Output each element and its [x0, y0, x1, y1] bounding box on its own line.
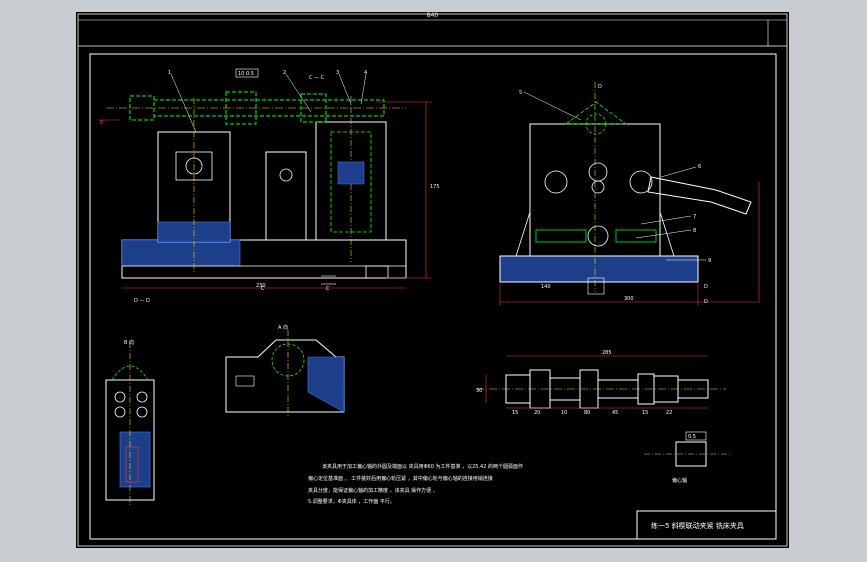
detail-view-b: B 向 [105, 339, 155, 507]
technical-notes: 该夹具用于加工偏心轴的外圆及端面以 夹具用Φ60 为工件基准 ，以25.42 的… [308, 463, 523, 505]
callout-3: 3 [336, 70, 339, 76]
note-line-1: 该夹具用于加工偏心轴的外圆及端面以 夹具用Φ60 为工件基准 ，以25.42 的… [322, 463, 523, 470]
callout-1: 1 [168, 70, 171, 76]
callout-7: 7 [693, 214, 696, 220]
section-mark-dd: D — D [134, 298, 150, 304]
note-line-3: 夹具分度，能保证偏心轴的加工精度 ，该夹具 操作方便 。 [308, 487, 438, 494]
callout-6: 6 [698, 164, 701, 170]
dim-small: 140 [541, 284, 551, 290]
clamp-handle [647, 176, 752, 215]
dim-shaft-total: 285 [602, 350, 612, 356]
callout-9: 9 [708, 258, 711, 264]
shaft-dim-3: 10 [561, 410, 567, 416]
shaft-dim-4: 80 [584, 410, 590, 416]
label-c-b: C [326, 286, 330, 292]
shaft-dim-1: 15 [512, 410, 518, 416]
base-hatch [121, 239, 241, 267]
label-d-right: D [704, 299, 708, 305]
boxed-tag-left: 10 0.5 [238, 71, 254, 77]
label-b-arrow: B [100, 120, 104, 126]
label-d-a: D [598, 84, 602, 90]
shaft-dim-6: 15 [642, 410, 648, 416]
shaft-dim-8: 30 [476, 388, 482, 394]
callout-8: 8 [693, 228, 696, 234]
callout-2: 2 [283, 70, 286, 76]
callout-4: 4 [364, 70, 367, 76]
label-d-b: D [704, 284, 708, 290]
drawing-sheet: 840 D — D C — C C C B 10 0.5 230 175 1 2… [76, 12, 789, 548]
note-line-4: 5.调整要求，Φ夹具体 ，工作面 平行。 [308, 498, 395, 505]
boxed-tag-small: 0.5 [688, 434, 696, 440]
detail-view-a: A 向 [225, 324, 345, 417]
cad-drawing: D — D C — C C C B 10 0.5 230 175 1 2 3 4 [77, 13, 788, 547]
dim-175: 175 [430, 184, 440, 190]
part-name: 偏心轴 [672, 477, 687, 484]
view-b: B 向 [124, 339, 134, 346]
dim-430: 230 [256, 283, 266, 289]
title-block: 练一5 斜楔联动夹紧 铣床夹具 [636, 510, 777, 540]
dim-bottom-right: 300 [624, 296, 634, 302]
front-view: D — D C — C C C B 10 0.5 230 175 1 2 3 4 [98, 68, 440, 304]
callout-5: 5 [519, 90, 522, 96]
title-text: 练一5 斜楔联动夹紧 铣床夹具 [651, 521, 744, 530]
section-mark-cc: C — C [309, 75, 325, 81]
side-view: 5 6 7 8 9 D D D 140 300 [499, 82, 760, 306]
note-line-2: 偏心定位基准面 。 工件装好后用偏心轮压紧 ，其中偏心轮与偏心轴的连接用销连接 [308, 475, 493, 482]
shaft-dim-2: 20 [534, 410, 540, 416]
shaft-dim-7: 22 [666, 410, 672, 416]
shaft-dim-5: 45 [612, 410, 618, 416]
view-a: A 向 [278, 324, 288, 331]
